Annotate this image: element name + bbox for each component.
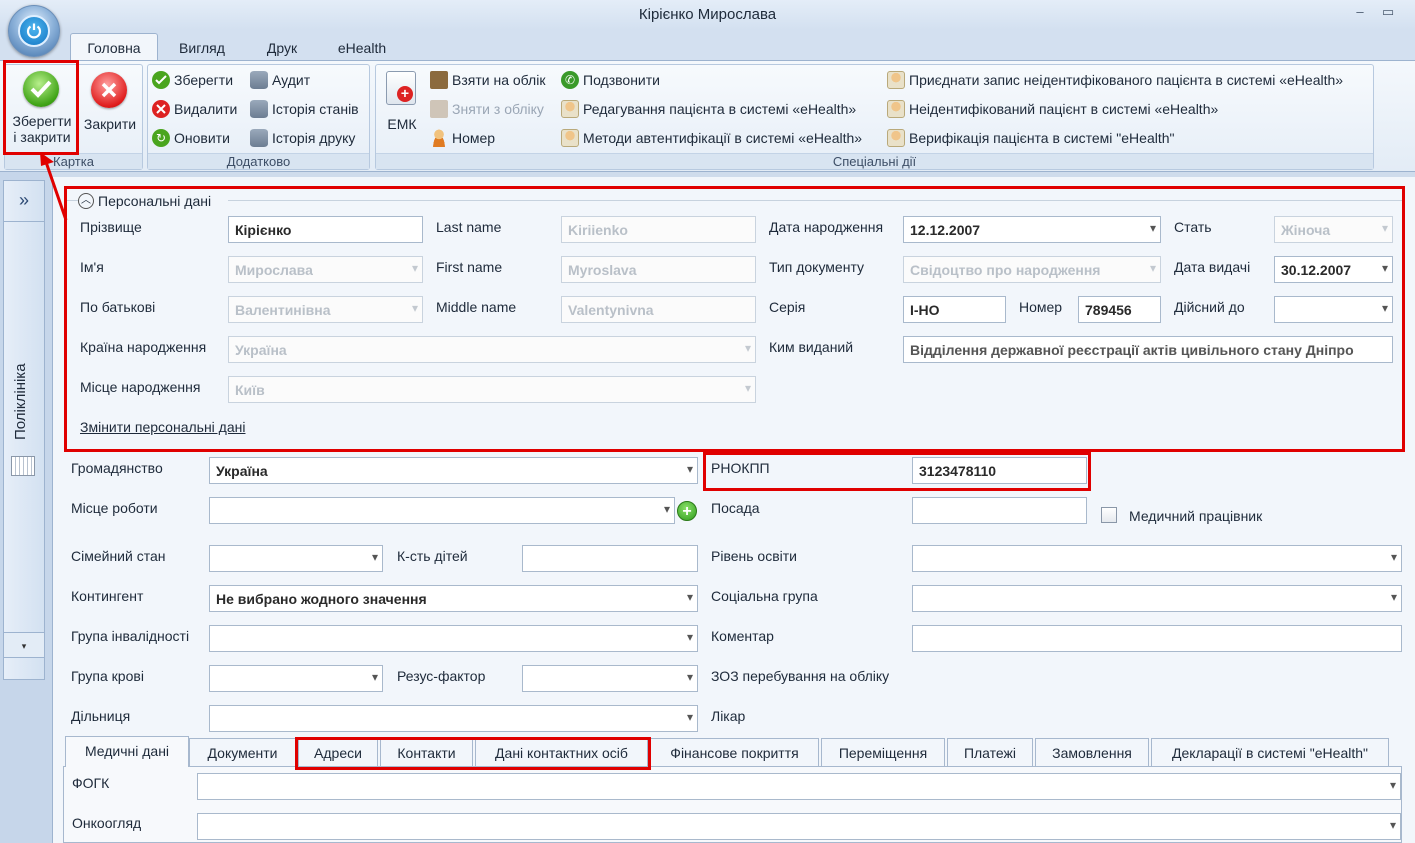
onco-label: Онкоогляд — [72, 815, 142, 831]
maximize-button[interactable]: ▭ — [1378, 4, 1398, 24]
children-field[interactable] — [522, 545, 698, 572]
tab-home[interactable]: Головна — [70, 33, 158, 61]
save-button[interactable]: Зберегти — [152, 68, 233, 92]
remove-register-button[interactable]: Зняти з обліку — [430, 97, 544, 121]
fogk-field[interactable] — [197, 773, 1401, 800]
call-button[interactable]: ✆ Подзвонити — [561, 68, 660, 92]
panel-menu-button[interactable]: ▾ — [3, 632, 45, 658]
ehealth-user-icon — [887, 100, 905, 118]
marital-field[interactable] — [209, 545, 383, 572]
ehealth-user-icon — [887, 129, 905, 147]
children-label: К-сть дітей — [397, 548, 468, 564]
social-group-field[interactable] — [912, 585, 1402, 612]
contingent-label: Контингент — [71, 588, 144, 604]
emk-button[interactable]: + ЕМК — [379, 68, 425, 148]
audit-button[interactable]: Аудит — [250, 68, 310, 92]
workplace-label: Місце роботи — [71, 500, 158, 516]
power-icon — [18, 15, 50, 47]
blood-group-field[interactable] — [209, 665, 383, 692]
highlight-arrow — [40, 152, 68, 221]
refresh-button[interactable]: ↻ Оновити — [152, 126, 230, 150]
citizenship-label: Громадянство — [71, 460, 163, 476]
group-special-label: Спеціальні дії — [376, 153, 1373, 169]
keyboard-icon[interactable] — [11, 456, 35, 476]
unidentified-ehealth-button[interactable]: Неідентифікований пацієнт в системі «eHe… — [887, 97, 1218, 121]
marital-label: Сімейний стан — [71, 548, 166, 564]
minimize-button[interactable]: ‒ — [1350, 4, 1370, 24]
ehealth-user-icon — [887, 71, 905, 89]
zoz-label: ЗОЗ перебування на обліку — [711, 668, 890, 684]
delete-icon — [152, 100, 170, 118]
rh-factor-field[interactable] — [522, 665, 698, 692]
print-history-button[interactable]: Історія друку — [250, 126, 355, 150]
side-label[interactable]: Поліклініка — [12, 363, 32, 440]
tab-documents[interactable]: Документи — [189, 738, 296, 767]
emk-label: ЕМК — [387, 116, 417, 132]
database-icon — [250, 71, 268, 89]
tab-orders[interactable]: Замовлення — [1035, 738, 1149, 767]
blood-group-label: Група крові — [71, 668, 144, 684]
education-field[interactable] — [912, 545, 1402, 572]
tab-movement[interactable]: Переміщення — [821, 738, 945, 767]
edit-patient-ehealth-button[interactable]: Редагування пацієнта в системі «eHealth» — [561, 97, 856, 121]
take-register-button[interactable]: Взяти на облік — [430, 68, 545, 92]
tab-print[interactable]: Друк — [257, 37, 307, 61]
delete-button[interactable]: Видалити — [152, 97, 237, 121]
tab-view[interactable]: Вигляд — [172, 37, 232, 61]
social-group-label: Соціальна група — [711, 588, 818, 604]
workplace-field[interactable] — [209, 497, 675, 524]
fogk-label: ФОГК — [72, 775, 110, 791]
contingent-field[interactable]: Не вибрано жодного значення — [209, 585, 698, 612]
ehealth-user-icon — [561, 129, 579, 147]
phone-icon: ✆ — [561, 71, 579, 89]
education-label: Рівень освіти — [711, 548, 797, 564]
save-check-icon — [152, 71, 170, 89]
attach-record-ehealth-button[interactable]: Приєднати запис неідентифікованого паціє… — [887, 68, 1343, 92]
tab-payments[interactable]: Платежі — [947, 738, 1033, 767]
tab-ehealth[interactable]: eHealth — [330, 37, 394, 61]
add-workplace-button[interactable]: + — [677, 501, 697, 521]
medworker-label: Медичний працівник — [1129, 508, 1263, 524]
database-icon — [250, 129, 268, 147]
highlight-tabs — [295, 737, 651, 770]
position-label: Посада — [711, 500, 760, 516]
state-history-button[interactable]: Історія станів — [250, 97, 359, 121]
ehealth-user-icon — [561, 100, 579, 118]
tab-financial[interactable]: Фінансове покриття — [650, 738, 819, 767]
number-button[interactable]: Номер — [430, 126, 495, 150]
close-red-icon — [91, 72, 127, 108]
comment-label: Коментар — [711, 628, 774, 644]
comment-field[interactable] — [912, 625, 1402, 652]
window-title: Кірієнко Мирослава — [638, 6, 777, 23]
close-label: Закрити — [83, 116, 137, 132]
highlight-rnokpp — [703, 452, 1091, 491]
app-menu-orb[interactable] — [8, 5, 60, 57]
highlight-personal-data — [64, 186, 1405, 452]
highlight-save-close — [3, 60, 79, 155]
tab-declarations[interactable]: Декларації в системі "eHealth" — [1151, 738, 1389, 767]
disability-label: Група інвалідності — [71, 628, 190, 644]
auth-methods-ehealth-button[interactable]: Методи автентифікації в системі «eHealth… — [561, 126, 862, 150]
medworker-checkbox[interactable] — [1101, 507, 1117, 523]
register-book-icon — [430, 100, 448, 118]
refresh-icon: ↻ — [152, 129, 170, 147]
database-icon — [250, 100, 268, 118]
user-icon — [430, 129, 448, 147]
district-label: Дільниця — [71, 708, 131, 724]
doctor-label: Лікар — [711, 708, 746, 724]
disability-field[interactable] — [209, 625, 698, 652]
close-button[interactable]: Закрити — [80, 68, 140, 148]
rh-factor-label: Резус-фактор — [397, 668, 486, 684]
group-extra-label: Додатково — [148, 153, 369, 169]
verification-ehealth-button[interactable]: Верифікація пацієнта в системі "eHealth" — [887, 126, 1175, 150]
position-field[interactable] — [912, 497, 1087, 524]
medical-card-icon: + — [386, 71, 416, 105]
citizenship-field[interactable]: Україна — [209, 457, 698, 484]
register-book-icon — [430, 71, 448, 89]
district-field[interactable] — [209, 705, 698, 732]
onco-field[interactable] — [197, 813, 1401, 840]
tab-medical[interactable]: Медичні дані — [65, 736, 189, 767]
group-card-label: Картка — [5, 153, 142, 169]
